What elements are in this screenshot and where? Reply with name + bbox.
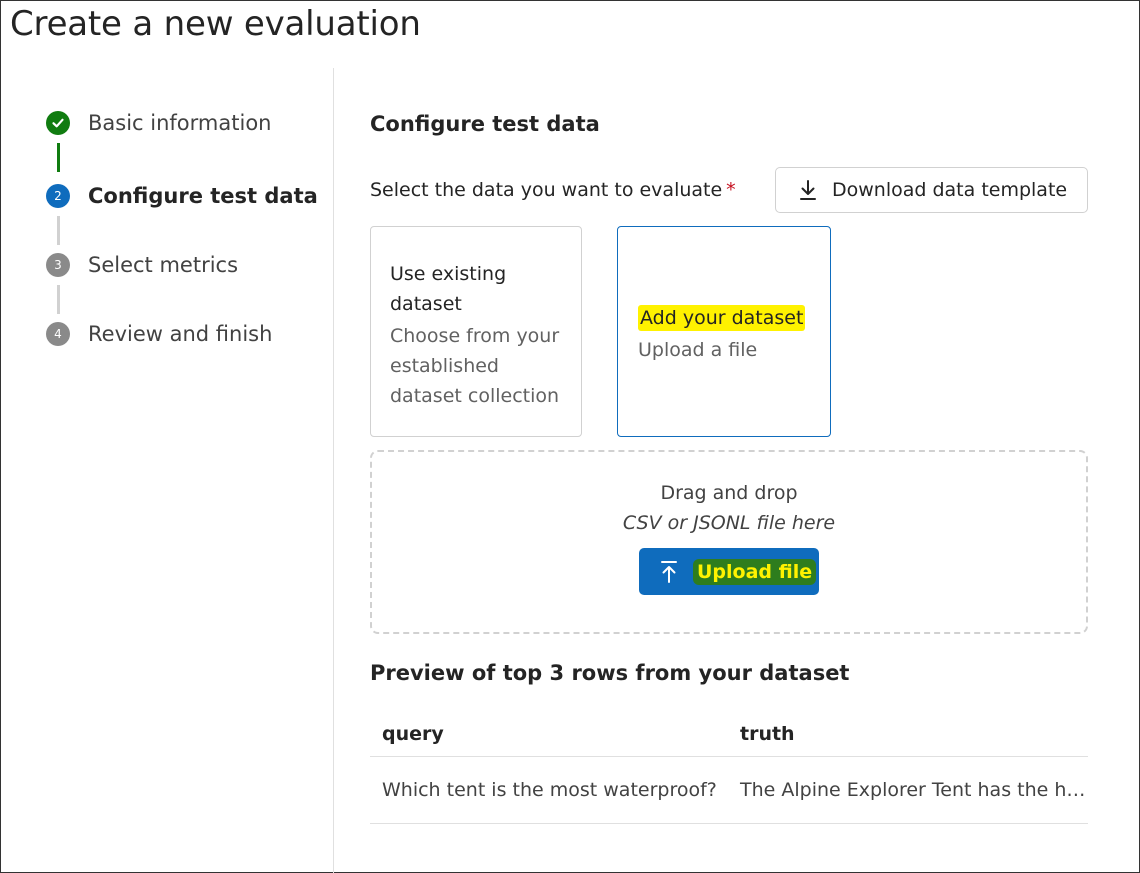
add-your-dataset-card[interactable]: Add your dataset Upload a file (617, 226, 831, 437)
preview-title: Preview of top 3 rows from your dataset (370, 661, 850, 685)
table-row: Which tent is the most waterproof? The A… (370, 757, 1088, 824)
card-title: Add your dataset (638, 305, 806, 331)
step-connector (57, 285, 60, 314)
preview-table: query truth Which tent is the most water… (370, 712, 1088, 824)
required-marker: * (726, 179, 736, 201)
table-header-row: query truth (370, 712, 1088, 757)
step-label: Basic information (88, 111, 272, 135)
column-header-truth: truth (740, 723, 795, 745)
step-number-badge: 2 (46, 184, 70, 208)
table-cell-truth: The Alpine Explorer Tent has the h… (740, 779, 1086, 801)
step-number-badge: 4 (46, 322, 70, 346)
card-title-wrap: Add your dataset (638, 303, 812, 333)
card-desc-line: Choose from your (390, 325, 560, 347)
checkmark-icon (46, 111, 70, 135)
step-label: Review and finish (88, 322, 273, 346)
card-description: Choose from your established dataset col… (390, 321, 563, 411)
field-label-text: Select the data you want to evaluate (370, 179, 723, 201)
card-description: Upload a file (638, 339, 758, 361)
vertical-divider (333, 68, 334, 873)
dropzone-text: Drag and drop (660, 482, 798, 504)
section-title: Configure test data (370, 112, 600, 136)
download-icon (800, 180, 816, 200)
dropzone-hint: CSV or JSONL file here (622, 512, 836, 534)
card-title: Use existing dataset (390, 259, 563, 319)
field-label: Select the data you want to evaluate * (370, 179, 736, 201)
step-review-and-finish[interactable]: 4 Review and finish (46, 322, 272, 346)
page-title: Create a new evaluation (10, 4, 421, 44)
card-title-line: dataset (390, 293, 462, 315)
upload-file-label: Upload file (693, 558, 817, 585)
step-configure-test-data[interactable]: 2 Configure test data (46, 184, 318, 208)
use-existing-dataset-card[interactable]: Use existing dataset Choose from your es… (370, 226, 582, 437)
step-number-badge: 3 (46, 253, 70, 277)
upload-icon (661, 560, 677, 583)
card-title-line: Use existing (390, 263, 507, 285)
step-connector (57, 216, 60, 245)
column-header-query: query (382, 723, 444, 745)
file-dropzone[interactable]: Drag and drop CSV or JSONL file here Upl… (370, 450, 1088, 634)
card-desc-line: established (390, 355, 499, 377)
step-select-metrics[interactable]: 3 Select metrics (46, 253, 238, 277)
download-template-button[interactable]: Download data template (775, 167, 1088, 213)
step-connector (57, 143, 60, 172)
step-label: Configure test data (88, 184, 318, 208)
table-cell-query: Which tent is the most waterproof? (382, 779, 717, 801)
step-basic-information[interactable]: Basic information (46, 111, 271, 135)
card-desc-line: dataset collection (390, 385, 560, 407)
upload-file-button[interactable]: Upload file (639, 548, 819, 595)
download-template-label: Download data template (832, 179, 1068, 201)
step-label: Select metrics (88, 253, 239, 277)
